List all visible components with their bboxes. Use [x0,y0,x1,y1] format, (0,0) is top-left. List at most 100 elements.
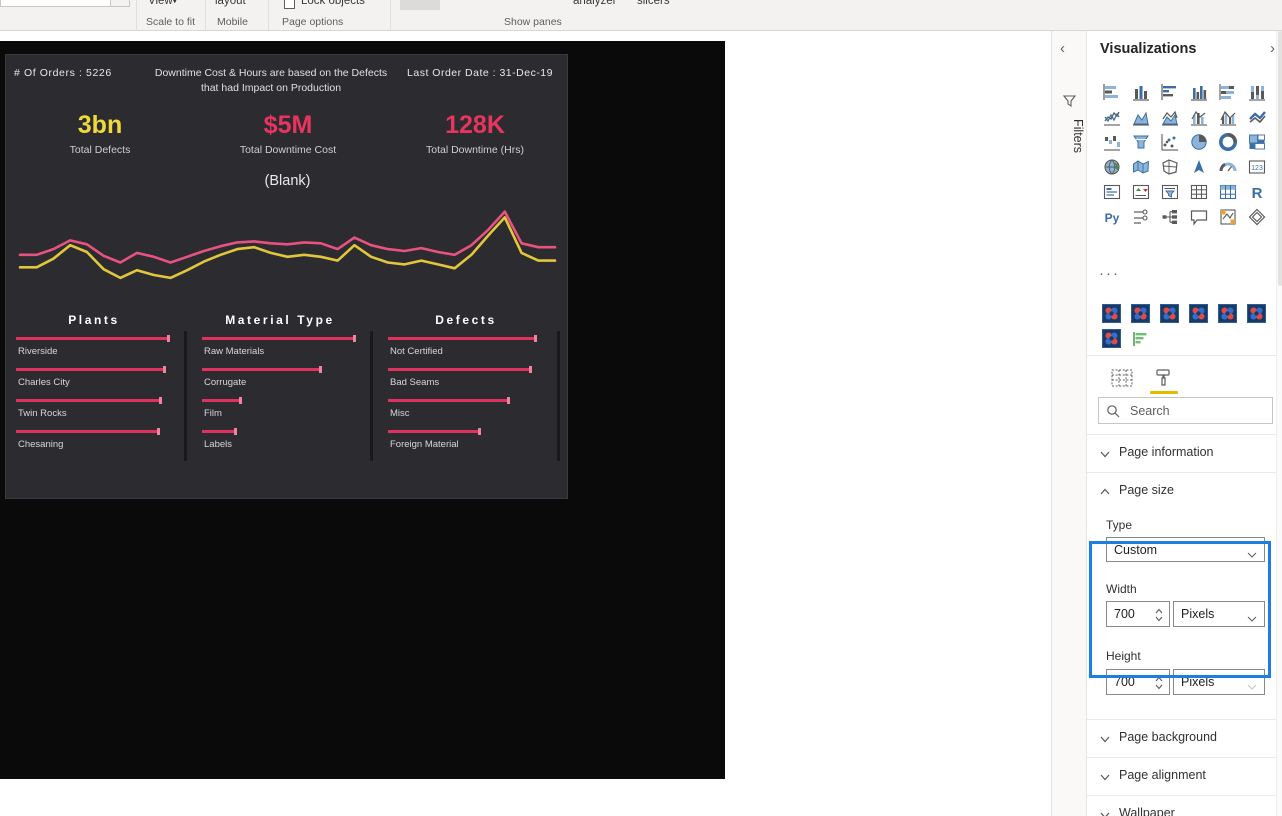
gauge-icon[interactable] [1213,154,1242,179]
lock-objects-label[interactable]: Lock objects [301,0,365,7]
filters-rail[interactable]: ‹ Filters [1052,31,1087,816]
panel-defects[interactable]: Defects Not Certified Bad Seams Misc Foreign… [378,305,554,500]
kpi-card-total-downtime-cost[interactable]: $5M Total Downtime Cost [194,110,382,156]
more-visuals-icon[interactable]: ··· [1099,266,1120,281]
bar-item[interactable]: Twin Rocks [16,397,176,430]
width-unit-select[interactable]: Pixels [1173,601,1265,627]
chevron-down-icon [1099,732,1111,744]
scatter-chart-icon[interactable] [1155,129,1184,154]
stacked-bar-chart-icon[interactable] [1097,79,1126,104]
width-input[interactable]: 700 [1106,601,1170,627]
height-unit-select[interactable]: Pixels [1173,669,1265,695]
stacked-column-chart-icon[interactable] [1126,79,1155,104]
view-button[interactable]: View▾ [148,0,177,7]
pie-chart-icon[interactable] [1184,129,1213,154]
q-and-a-icon[interactable] [1184,204,1213,229]
show-panes-button[interactable] [400,0,440,10]
multi-row-card-icon[interactable] [1097,179,1126,204]
bar-item[interactable]: Labels [202,428,362,461]
bar-item[interactable]: Misc [388,397,548,430]
last-order-date-text: Last Order Date : 31-Dec-19 [407,67,553,79]
shape-map-icon[interactable] [1155,154,1184,179]
expand-pane-icon[interactable]: › [1270,41,1275,57]
power-apps-icon[interactable] [1242,204,1271,229]
stacked-area-chart-icon[interactable] [1155,104,1184,129]
line-stacked-column-chart-icon[interactable] [1184,104,1213,129]
donut-chart-icon[interactable] [1213,129,1242,154]
bar-item[interactable]: Raw Materials [202,335,362,368]
custom-visual-icon[interactable] [1097,326,1126,351]
100-stacked-bar-chart-icon[interactable] [1213,79,1242,104]
search-input[interactable]: Search [1098,397,1273,424]
fields-tab[interactable] [1101,361,1143,395]
filled-map-icon[interactable] [1126,154,1155,179]
page-type-select[interactable]: Custom [1106,537,1265,562]
collapse-pane-icon[interactable]: ‹ [1060,41,1065,57]
bar-item[interactable]: Not Certified [388,335,548,368]
line-clustered-column-chart-icon[interactable] [1213,104,1242,129]
funnel-chart-icon[interactable] [1126,129,1155,154]
show-panes-caption: Show panes [504,16,562,28]
card-icon[interactable]: 123 [1242,154,1271,179]
section-page-size[interactable]: Page size [1087,472,1282,510]
section-page-information[interactable]: Page information [1087,434,1282,472]
ribbon-input-dropdown-button[interactable] [110,0,130,7]
bar-item[interactable]: Riverside [16,335,176,368]
custom-visual-icon[interactable] [1184,301,1213,326]
panel-material-type[interactable]: Material Type Raw Materials Corrugate Film L… [192,305,368,500]
custom-visual-icon[interactable] [1126,301,1155,326]
report-page-canvas[interactable]: # Of Orders : 5226 Downtime Cost & Hours… [0,41,725,779]
bar-item[interactable]: Chesaning [16,428,176,461]
kpi-icon[interactable] [1126,179,1155,204]
sync-slicers-button[interactable]: slicers [637,0,670,7]
slicer-icon[interactable] [1155,179,1184,204]
arcgis-map-icon[interactable] [1184,154,1213,179]
bar-item[interactable]: Bad Seams [388,366,548,399]
treemap-icon[interactable] [1242,129,1271,154]
bar-item[interactable]: Corrugate [202,366,362,399]
custom-visual-icon[interactable] [1155,301,1184,326]
right-pane-scrollbar-thumb[interactable] [1278,31,1282,286]
key-influencers-icon[interactable] [1126,204,1155,229]
bar-item[interactable]: Charles City [16,366,176,399]
ribbon-chart-icon[interactable] [1242,104,1271,129]
matrix-icon[interactable] [1213,179,1242,204]
mobile-layout-button[interactable]: layout [215,0,246,7]
bar-item[interactable]: Foreign Material [388,428,548,461]
100-stacked-column-chart-icon[interactable] [1242,79,1271,104]
clustered-bar-chart-icon[interactable] [1155,79,1184,104]
waterfall-chart-icon[interactable] [1097,129,1126,154]
bar-item[interactable]: Film [202,397,362,430]
clustered-column-chart-icon[interactable] [1184,79,1213,104]
custom-visual-bar-icon[interactable] [1126,326,1155,351]
height-input[interactable]: 700 [1106,669,1170,695]
ribbon-text-input[interactable] [0,0,118,7]
right-pane-scrollbar[interactable] [1276,31,1282,816]
map-icon[interactable] [1097,154,1126,179]
line-chart-icon[interactable] [1097,104,1126,129]
kpi-card-total-defects[interactable]: 3bn Total Defects [6,110,194,156]
section-page-background[interactable]: Page background [1087,719,1282,757]
area-chart-icon[interactable] [1126,104,1155,129]
panel-plants[interactable]: Plants Riverside Charles City Twin Rocks Che… [6,305,182,500]
report-visual[interactable]: # Of Orders : 5226 Downtime Cost & Hours… [5,54,568,499]
section-label: Page size [1119,483,1174,497]
height-stepper[interactable] [1154,674,1164,692]
table-icon[interactable] [1184,179,1213,204]
paginated-report-icon[interactable] [1213,204,1242,229]
format-tab[interactable] [1143,361,1185,395]
kpi-card-total-downtime-hours[interactable]: 128K Total Downtime (Hrs) [381,110,569,156]
lock-objects-checkbox[interactable] [284,0,295,9]
custom-visual-icon[interactable] [1213,301,1242,326]
decomposition-tree-icon[interactable] [1155,204,1184,229]
custom-visual-icon[interactable] [1097,301,1126,326]
custom-visual-icon[interactable] [1242,301,1271,326]
performance-analyzer-button[interactable]: analyzer [573,0,616,7]
section-page-alignment[interactable]: Page alignment [1087,757,1282,795]
bar-label: Charles City [18,377,70,388]
r-script-visual-icon[interactable]: R [1242,179,1271,204]
py-script-visual-icon[interactable]: Py [1097,204,1126,229]
width-stepper[interactable] [1154,606,1164,624]
section-wallpaper[interactable]: Wallpaper [1087,795,1282,816]
line-chart[interactable]: (Blank) [6,173,569,305]
